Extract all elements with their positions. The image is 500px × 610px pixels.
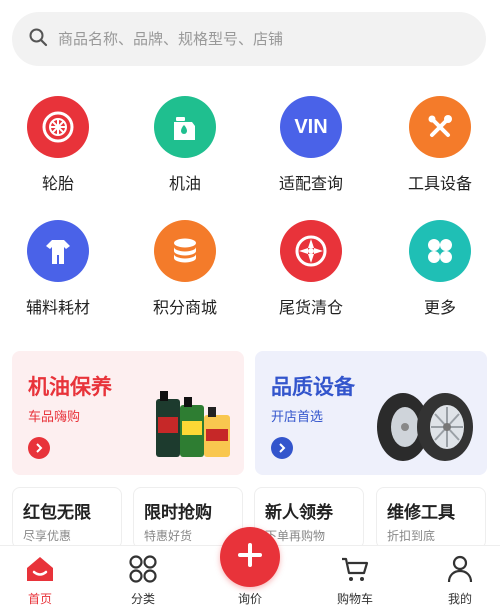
- category-oil[interactable]: 机油: [130, 96, 240, 194]
- arrow-right-icon[interactable]: [28, 437, 50, 459]
- deal-subtitle: 下单再购物: [265, 529, 326, 543]
- search-icon: [28, 27, 48, 51]
- tools-icon: [409, 96, 471, 158]
- deal-subtitle: 尽享优惠: [23, 529, 72, 543]
- vin-badge-text: VIN: [294, 115, 328, 138]
- user-icon: [445, 554, 475, 584]
- category-label: 积分商城: [152, 298, 217, 317]
- deal-title: 红包无限: [23, 503, 91, 523]
- cart-icon: [340, 554, 370, 584]
- deal-repair-tools[interactable]: 维修工具 折扣到底: [376, 487, 486, 549]
- vin-icon: VIN: [280, 96, 342, 158]
- category-fitment-lookup[interactable]: VIN 适配查询: [256, 96, 366, 194]
- category-label: 适配查询: [278, 174, 343, 193]
- inquiry-plus-button[interactable]: [220, 527, 280, 587]
- category-tools[interactable]: 工具设备: [385, 96, 495, 194]
- wheel-icon: [280, 220, 342, 282]
- category-points-mall[interactable]: 积分商城: [130, 220, 240, 318]
- category-label: 工具设备: [407, 174, 472, 193]
- category-supplies[interactable]: 辅料耗材: [3, 220, 113, 318]
- deal-title: 维修工具: [387, 503, 455, 523]
- oil-bottles-image: [152, 387, 236, 461]
- tire-icon: [27, 96, 89, 158]
- coins-icon: [154, 220, 216, 282]
- promo-card-quality-equipment[interactable]: 品质设备 开店首选: [255, 351, 487, 475]
- category-label: 更多: [423, 298, 456, 317]
- deal-title: 限时抢购: [144, 503, 212, 523]
- tab-home[interactable]: 首页: [0, 546, 80, 610]
- tab-label: 购物车: [336, 592, 373, 606]
- plus-icon: [237, 542, 263, 572]
- more-icon: [409, 220, 471, 282]
- promo-title: 机油保养: [28, 375, 112, 399]
- promo-subtitle: 开店首选: [271, 410, 324, 425]
- category-clearance[interactable]: 尾货清仓: [256, 220, 366, 318]
- category-label: 机油: [168, 174, 201, 193]
- deal-red-packet[interactable]: 红包无限 尽享优惠: [12, 487, 122, 549]
- category-label: 辅料耗材: [25, 298, 90, 317]
- category-icon: [128, 554, 158, 584]
- tab-label: 询价: [237, 592, 262, 606]
- deal-subtitle: 折扣到底: [387, 529, 436, 543]
- oil-can-icon: [154, 96, 216, 158]
- promo-card-oil-maintenance[interactable]: 机油保养 车品嗨购: [12, 351, 244, 475]
- promo-subtitle: 车品嗨购: [28, 410, 81, 425]
- deal-title: 新人领券: [265, 503, 333, 523]
- tab-label: 首页: [27, 592, 52, 606]
- promo-title: 品质设备: [271, 375, 355, 399]
- category-label: 尾货清仓: [278, 298, 343, 317]
- coverall-icon: [27, 220, 89, 282]
- arrow-right-icon[interactable]: [271, 437, 293, 459]
- category-tires[interactable]: 轮胎: [3, 96, 113, 194]
- category-more[interactable]: 更多: [385, 220, 495, 318]
- home-icon: [25, 554, 55, 584]
- tab-cart[interactable]: 购物车: [315, 546, 395, 610]
- category-label: 轮胎: [41, 174, 74, 193]
- search-input[interactable]: [58, 30, 458, 48]
- tires-image: [373, 389, 479, 463]
- search-bar[interactable]: [12, 12, 486, 66]
- tab-profile[interactable]: 我的: [420, 546, 500, 610]
- tab-category[interactable]: 分类: [103, 546, 183, 610]
- tab-label: 分类: [130, 592, 155, 606]
- tab-label: 我的: [447, 592, 472, 606]
